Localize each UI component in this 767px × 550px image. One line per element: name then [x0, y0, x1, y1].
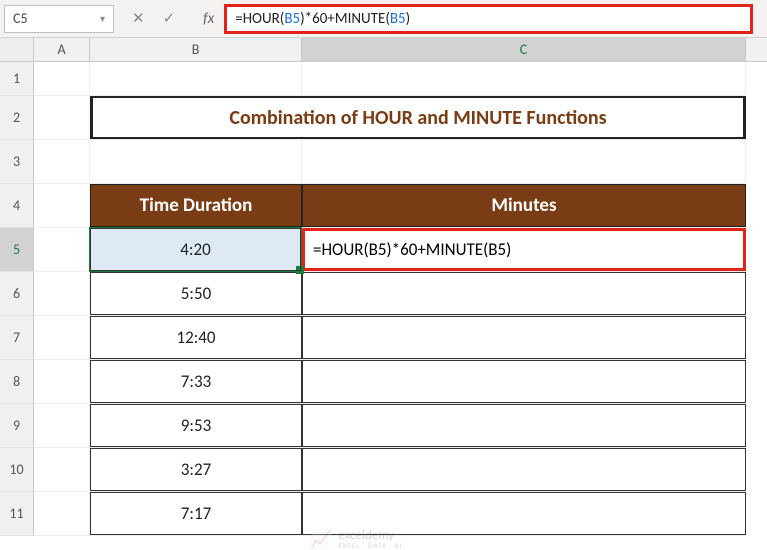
cell-b5[interactable]: 4:20 [90, 228, 302, 271]
cell[interactable] [34, 448, 90, 491]
cell[interactable]: 7:33 [90, 360, 302, 403]
row-header[interactable]: 11 [0, 492, 34, 536]
cell[interactable] [302, 316, 746, 359]
formula-part: )*60+MINUTE( [300, 10, 390, 28]
formula-input[interactable]: =HOUR(B5)*60+MINUTE(B5) [224, 4, 753, 34]
grid-row: 3:27 [34, 448, 746, 492]
grid-row: 12:40 [34, 316, 746, 360]
grid-row [34, 62, 746, 96]
chart-icon: 📈 [310, 528, 332, 550]
column-headers: A B C [0, 38, 767, 62]
cell-value: 9:53 [181, 415, 211, 436]
row-headers: 1 2 3 4 5 6 7 8 9 10 11 [0, 62, 34, 536]
cell[interactable] [34, 404, 90, 447]
watermark-sub: EXCEL · DATA · BI [338, 542, 402, 549]
cell[interactable] [302, 360, 746, 403]
formula-bar: C5 ▾ ✕ ✓ fx =HOUR(B5)*60+MINUTE(B5) [0, 0, 767, 38]
formula-part: ) [406, 10, 411, 28]
cell[interactable] [302, 272, 746, 315]
grid-row: 7:33 [34, 360, 746, 404]
select-all-corner[interactable] [0, 38, 34, 61]
cell[interactable] [34, 96, 90, 139]
formula-ref: B5 [284, 10, 300, 28]
row-header[interactable]: 1 [0, 62, 34, 96]
formula-ref: B5 [390, 10, 406, 28]
row-header[interactable]: 7 [0, 316, 34, 360]
grid-row [34, 140, 746, 184]
cell[interactable]: 12:40 [90, 316, 302, 359]
fx-icon[interactable]: fx [193, 10, 224, 28]
header-label: Time Duration [140, 194, 253, 217]
cell[interactable] [34, 316, 90, 359]
cell[interactable] [34, 360, 90, 403]
name-box-value: C5 [13, 10, 28, 27]
row-header[interactable]: 10 [0, 448, 34, 492]
row-header[interactable]: 6 [0, 272, 34, 316]
cell[interactable] [302, 404, 746, 447]
grid-row: 9:53 [34, 404, 746, 448]
cell-formula-text: =HOUR(B5)*60+MINUTE(B5) [313, 239, 511, 260]
header-minutes[interactable]: Minutes [302, 184, 746, 227]
cell[interactable]: 5:50 [90, 272, 302, 315]
formula-bar-buttons: ✕ ✓ [114, 9, 193, 28]
cell[interactable] [302, 448, 746, 491]
page-title: Combination of HOUR and MINUTE Functions [229, 106, 606, 130]
cell-value: 12:40 [176, 327, 215, 348]
grid-row: Time Duration Minutes [34, 184, 746, 228]
name-box[interactable]: C5 ▾ [4, 5, 114, 33]
col-header-C[interactable]: C [302, 38, 746, 61]
cell[interactable] [302, 62, 746, 95]
header-time-duration[interactable]: Time Duration [90, 184, 302, 227]
cell-value: 3:27 [181, 459, 211, 480]
watermark: 📈 exceldemy EXCEL · DATA · BI [310, 528, 402, 550]
cell[interactable] [34, 272, 90, 315]
cell[interactable]: 3:27 [90, 448, 302, 491]
spreadsheet-grid[interactable]: A B C 1 2 3 4 5 6 7 8 9 10 11 Combinatio… [0, 38, 767, 550]
grid-row: 5:50 [34, 272, 746, 316]
cell[interactable] [90, 140, 302, 183]
row-header[interactable]: 9 [0, 404, 34, 448]
row-header[interactable]: 5 [0, 228, 34, 272]
col-header-B[interactable]: B [90, 38, 302, 61]
cell-c5-active[interactable]: =HOUR(B5)*60+MINUTE(B5) [302, 228, 746, 271]
cell-value: 5:50 [181, 283, 211, 304]
cell[interactable] [34, 228, 90, 271]
row-header[interactable]: 2 [0, 96, 34, 140]
accept-icon[interactable]: ✓ [163, 9, 176, 28]
grid-row: 4:20 =HOUR(B5)*60+MINUTE(B5) [34, 228, 746, 272]
header-label: Minutes [491, 194, 556, 217]
cell-value: 7:33 [181, 371, 211, 392]
cell[interactable] [302, 140, 746, 183]
cell[interactable] [34, 492, 90, 535]
cells-area: Combination of HOUR and MINUTE Functions… [34, 62, 746, 536]
cell[interactable] [90, 62, 302, 95]
cell[interactable] [34, 62, 90, 95]
chevron-down-icon[interactable]: ▾ [100, 12, 105, 25]
grid-row: Combination of HOUR and MINUTE Functions [34, 96, 746, 140]
formula-part: =HOUR( [235, 10, 284, 28]
cell-value: 4:20 [180, 239, 210, 260]
cell[interactable]: 7:17 [90, 492, 302, 535]
row-header[interactable]: 4 [0, 184, 34, 228]
title-cell[interactable]: Combination of HOUR and MINUTE Functions [90, 96, 746, 139]
cell[interactable] [34, 184, 90, 227]
col-header-A[interactable]: A [34, 38, 90, 61]
cell-value: 7:17 [181, 503, 211, 524]
cell[interactable]: 9:53 [90, 404, 302, 447]
cancel-icon[interactable]: ✕ [132, 9, 145, 28]
row-header[interactable]: 3 [0, 140, 34, 184]
row-header[interactable]: 8 [0, 360, 34, 404]
cell[interactable] [34, 140, 90, 183]
